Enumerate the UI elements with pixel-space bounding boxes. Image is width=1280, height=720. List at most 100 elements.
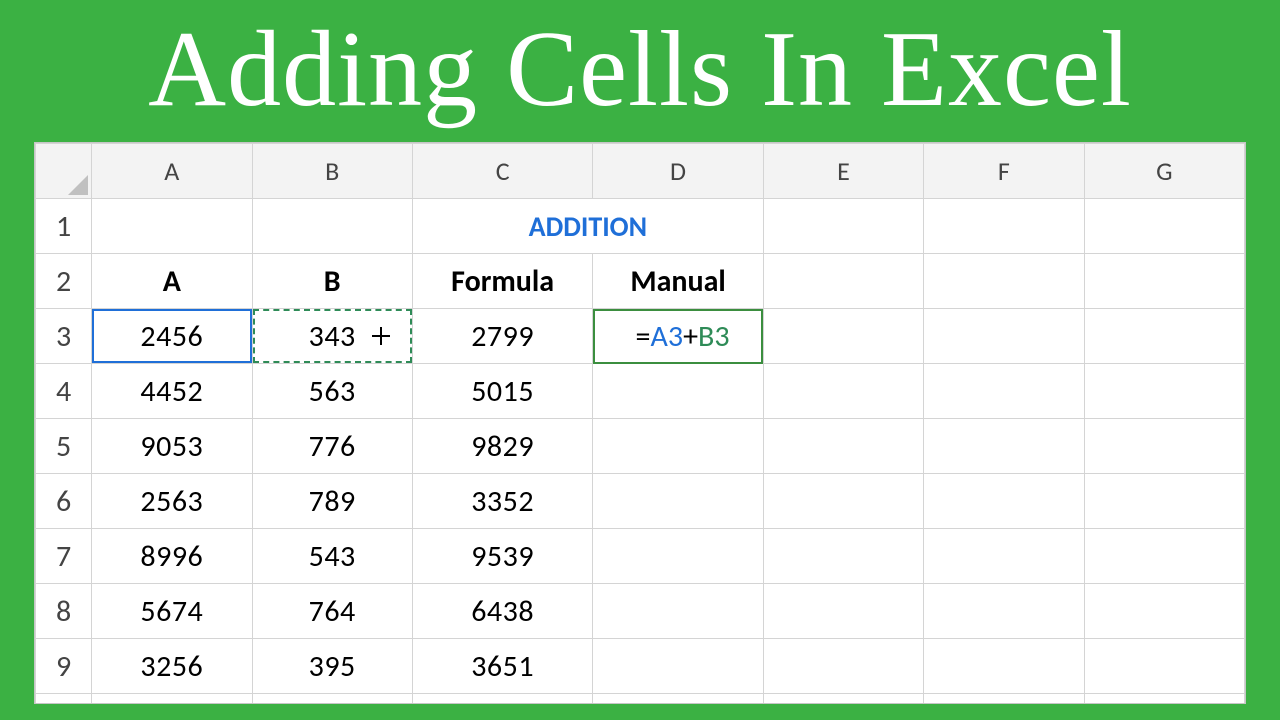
row-header-5[interactable]: 5 [36,419,92,474]
row-header-10[interactable]: 10 [36,694,92,705]
col-header-D[interactable]: D [593,144,763,199]
col-header-C[interactable]: C [412,144,592,199]
row-6: 6 2563 789 3352 [36,474,1245,529]
cell-C7[interactable]: 9539 [412,529,592,584]
cell-G9[interactable] [1084,639,1244,694]
cell-addition-title[interactable]: ADDITION [412,199,763,254]
row-1: 1 ADDITION [36,199,1245,254]
cell-E9[interactable] [763,639,923,694]
cell-F2[interactable] [924,254,1084,309]
cell-F8[interactable] [924,584,1084,639]
row-header-9[interactable]: 9 [36,639,92,694]
select-all-triangle-icon [68,175,88,195]
col-header-E[interactable]: E [763,144,923,199]
cell-D5[interactable] [593,419,763,474]
cell-E2[interactable] [763,254,923,309]
col-header-F[interactable]: F [924,144,1084,199]
spreadsheet-grid[interactable]: A B C D E F G 1 ADDITION 2 A B Formula [35,143,1245,704]
cell-D4[interactable] [593,364,763,419]
cell-F5[interactable] [924,419,1084,474]
cell-B1[interactable] [252,199,412,254]
select-all-corner[interactable] [36,144,92,199]
cell-G10[interactable] [1084,694,1244,705]
cell-C10[interactable] [412,694,592,705]
cell-A7[interactable]: 8996 [92,529,252,584]
cell-A10[interactable] [92,694,252,705]
cell-C6[interactable]: 3352 [412,474,592,529]
cell-C3[interactable]: 2799 [412,309,592,364]
cell-E10[interactable] [763,694,923,705]
cell-A2[interactable]: A [92,254,252,309]
cell-C2[interactable]: Formula [412,254,592,309]
cell-A6[interactable]: 2563 [92,474,252,529]
cell-D10[interactable] [593,694,763,705]
row-header-6[interactable]: 6 [36,474,92,529]
row-header-4[interactable]: 4 [36,364,92,419]
cell-B6[interactable]: 789 [252,474,412,529]
cell-G4[interactable] [1084,364,1244,419]
row-7: 7 8996 543 9539 [36,529,1245,584]
addition-label: ADDITION [529,209,647,244]
cell-D3[interactable]: =A3+B3 [593,309,763,364]
cell-B3-value: 343 [309,318,356,355]
cell-E8[interactable] [763,584,923,639]
cell-A3[interactable]: 2456 [92,309,252,364]
cell-A4[interactable]: 4452 [92,364,252,419]
col-header-A[interactable]: A [92,144,252,199]
cell-G8[interactable] [1084,584,1244,639]
cell-D6[interactable] [593,474,763,529]
cell-G7[interactable] [1084,529,1244,584]
cell-F3[interactable] [924,309,1084,364]
cell-B8[interactable]: 764 [252,584,412,639]
cell-E3[interactable] [763,309,923,364]
row-header-3[interactable]: 3 [36,309,92,364]
cell-D9[interactable] [593,639,763,694]
cell-G5[interactable] [1084,419,1244,474]
cell-B4[interactable]: 563 [252,364,412,419]
cell-F6[interactable] [924,474,1084,529]
cell-F10[interactable] [924,694,1084,705]
formula-equals: = [636,318,651,355]
cell-G2[interactable] [1084,254,1244,309]
cell-C8[interactable]: 6438 [412,584,592,639]
cell-B9[interactable]: 395 [252,639,412,694]
cell-D7[interactable] [593,529,763,584]
cell-E5[interactable] [763,419,923,474]
cell-D8[interactable] [593,584,763,639]
row-header-7[interactable]: 7 [36,529,92,584]
cell-G3[interactable] [1084,309,1244,364]
cell-F7[interactable] [924,529,1084,584]
cell-E6[interactable] [763,474,923,529]
col-header-B[interactable]: B [252,144,412,199]
col-header-G[interactable]: G [1084,144,1244,199]
row-5: 5 9053 776 9829 [36,419,1245,474]
cell-F9[interactable] [924,639,1084,694]
formula-ref-A3: A3 [651,318,684,355]
row-header-2[interactable]: 2 [36,254,92,309]
cell-B10[interactable] [252,694,412,705]
cell-F1[interactable] [924,199,1084,254]
row-header-8[interactable]: 8 [36,584,92,639]
cell-B3[interactable]: 343 [252,309,412,364]
cell-E1[interactable] [763,199,923,254]
cell-C5[interactable]: 9829 [412,419,592,474]
cell-C4[interactable]: 5015 [412,364,592,419]
cell-C9[interactable]: 3651 [412,639,592,694]
cell-B7[interactable]: 543 [252,529,412,584]
cell-F4[interactable] [924,364,1084,419]
cell-A8[interactable]: 5674 [92,584,252,639]
cell-B2[interactable]: B [252,254,412,309]
cell-B5[interactable]: 776 [252,419,412,474]
cell-D2[interactable]: Manual [593,254,763,309]
cell-A1[interactable] [92,199,252,254]
row-9: 9 3256 395 3651 [36,639,1245,694]
cell-G1[interactable] [1084,199,1244,254]
cell-E7[interactable] [763,529,923,584]
cell-A5[interactable]: 9053 [92,419,252,474]
cell-E4[interactable] [763,364,923,419]
cell-G6[interactable] [1084,474,1244,529]
row-header-1[interactable]: 1 [36,199,92,254]
spreadsheet-panel: A B C D E F G 1 ADDITION 2 A B Formula [34,142,1246,704]
cell-A9[interactable]: 3256 [92,639,252,694]
row-10: 10 [36,694,1245,705]
